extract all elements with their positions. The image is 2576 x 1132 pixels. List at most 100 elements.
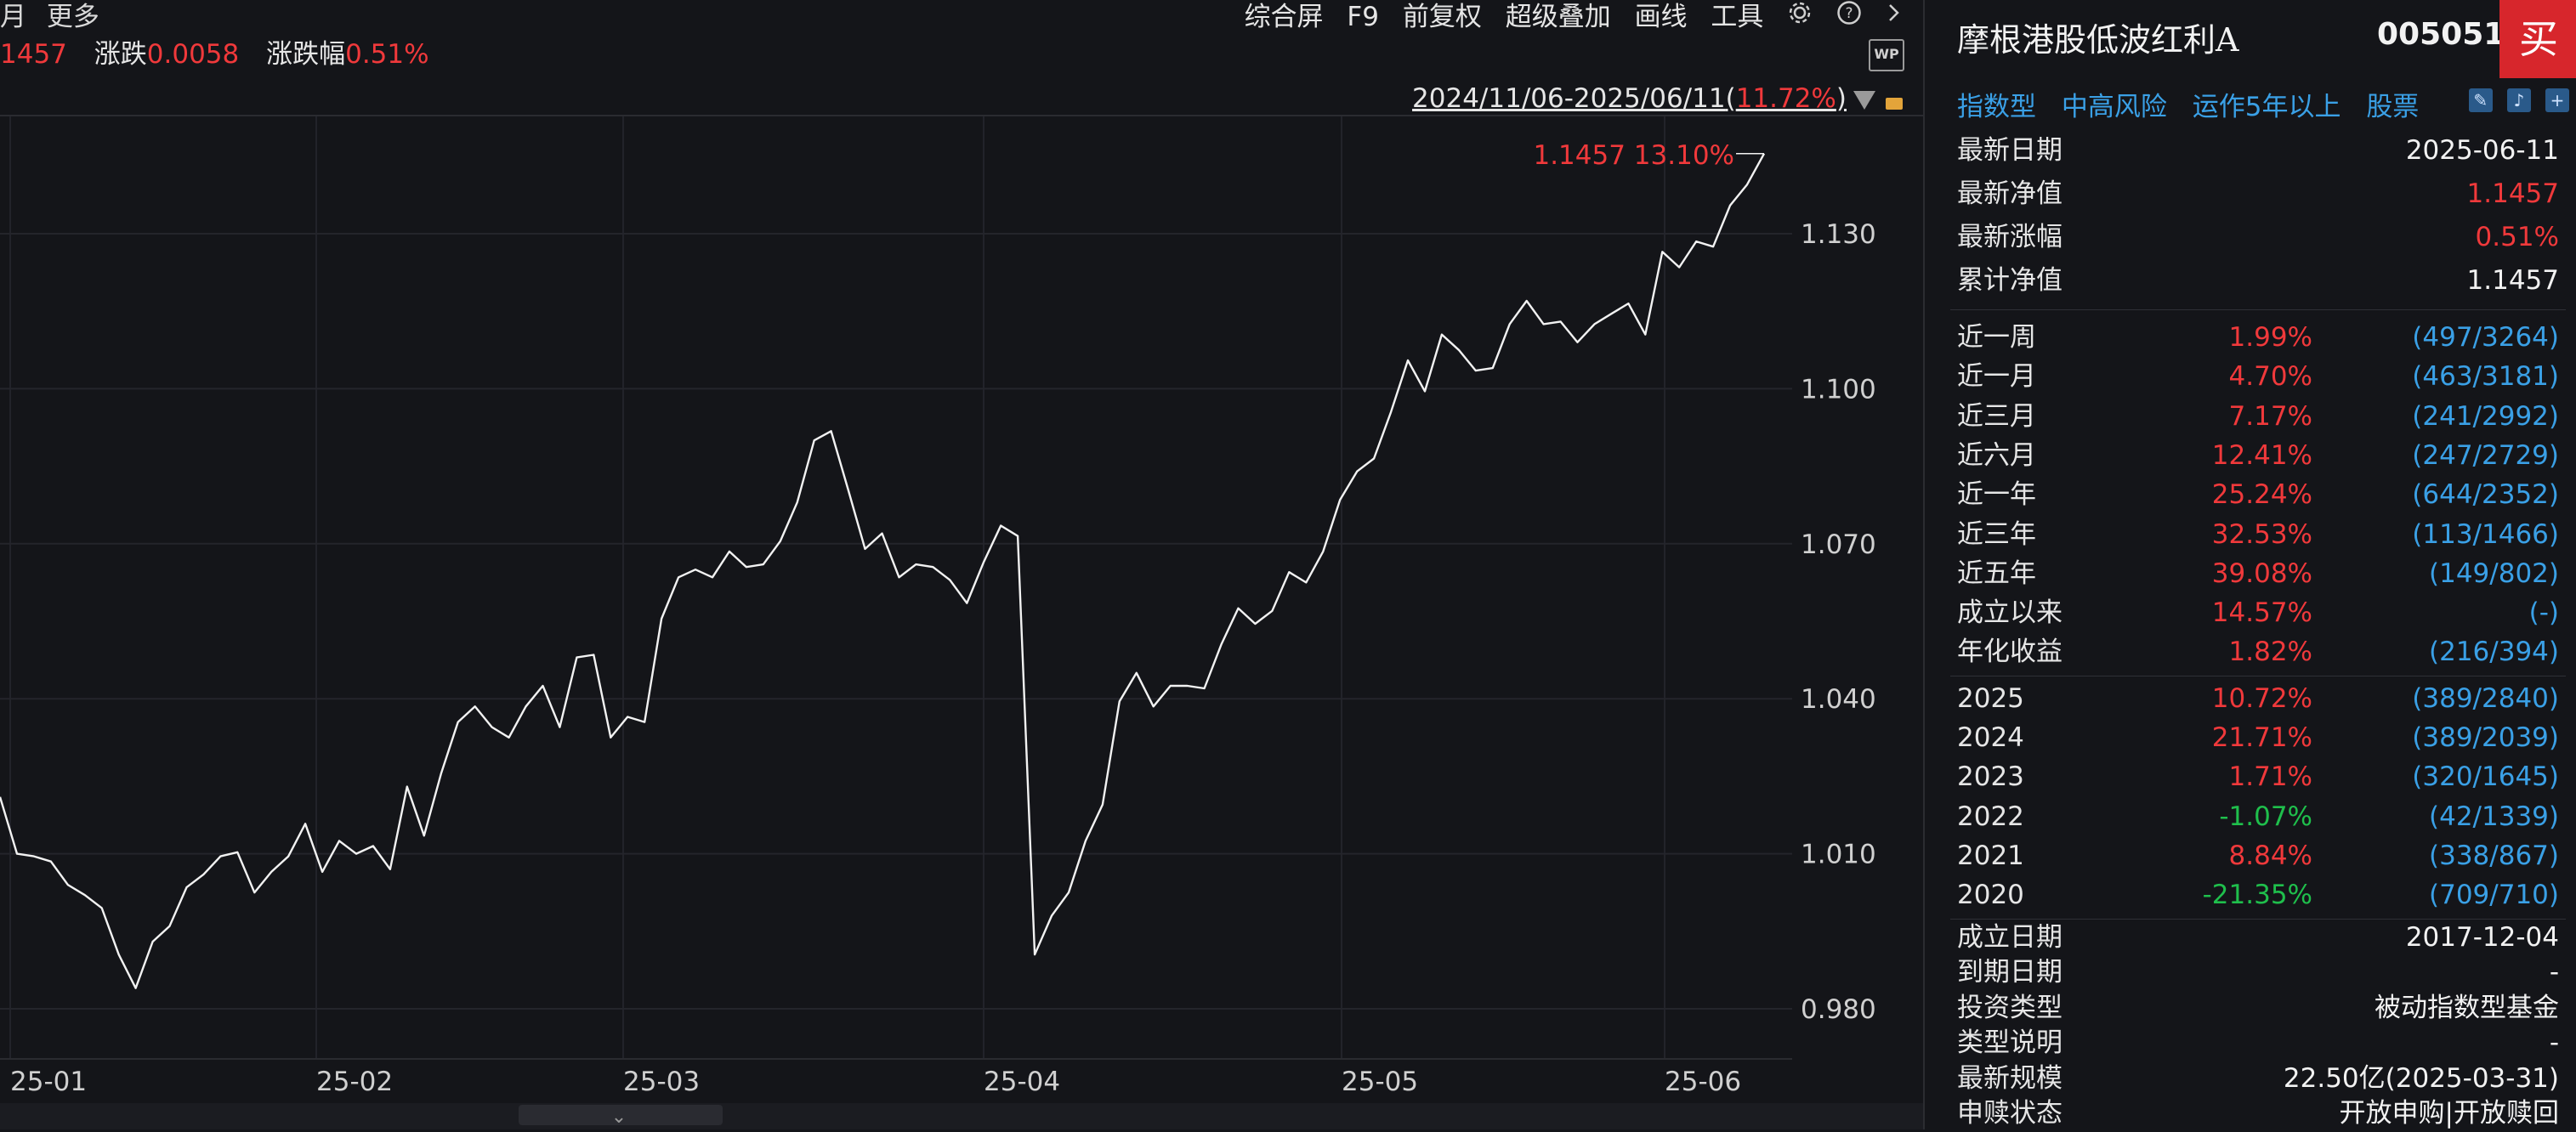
rank-value: (389/2039) [2412, 722, 2559, 753]
x-tick-label: 25-02 [316, 1067, 393, 1097]
row-label: 近五年 [1957, 558, 2036, 589]
period-return-row: 近一月 4.70% (463/3181) [1957, 357, 2559, 396]
return-value: 14.57% [2211, 597, 2312, 629]
fund-info-row: 最新规模 22.50亿(2025-03-31) [1957, 1061, 2559, 1097]
return-value: 1.99% [2228, 322, 2312, 353]
return-value: 12.41% [2211, 439, 2312, 471]
row-value: - [2549, 1027, 2559, 1058]
row-label: 累计净值 [1957, 265, 2063, 296]
x-tick-label: 25-05 [1342, 1067, 1418, 1097]
tag-index-type[interactable]: 指数型 [1957, 92, 2036, 122]
nav-series-line [0, 153, 1766, 989]
row-label: 投资类型 [1957, 992, 2063, 1023]
scroll-track [0, 1103, 1923, 1129]
x-tick-label: 25-01 [10, 1067, 87, 1097]
fund-info-row: 到期日期 - [1957, 955, 2559, 991]
bell-icon[interactable]: ♪ [2506, 88, 2531, 112]
y-tick-label: 1.040 [1801, 684, 1876, 715]
summary-row: 累计净值 1.1457 [1957, 259, 2559, 303]
row-label: 2024 [1957, 722, 2024, 753]
tag-risk-level[interactable]: 中高风险 [2062, 92, 2167, 122]
period-return-row: 成立以来 14.57% (-) [1957, 593, 2559, 632]
return-value: 8.84% [2228, 840, 2312, 871]
rank-value: (-) [2528, 597, 2559, 629]
summary-row: 最新涨幅 0.51% [1957, 216, 2559, 259]
section-divider [1950, 918, 2566, 920]
annual-return-row: 2024 21.71% (389/2039) [1957, 718, 2559, 757]
y-tick-label: 0.980 [1801, 994, 1876, 1025]
rank-value: (463/3181) [2412, 361, 2559, 393]
row-label: 类型说明 [1957, 1027, 2063, 1058]
x-tick-label: 25-04 [984, 1067, 1060, 1097]
row-label: 近一年 [1957, 479, 2036, 511]
return-value: 1.71% [2228, 761, 2312, 793]
return-value: 1.82% [2228, 637, 2312, 668]
fund-info-row: 投资类型 被动指数型基金 [1957, 991, 2559, 1027]
period-return-row: 近三年 32.53% (113/1466) [1957, 515, 2559, 554]
pencil-icon[interactable]: ✎ [2468, 88, 2493, 112]
return-value: 39.08% [2211, 558, 2312, 589]
rank-value: (320/1645) [2412, 761, 2559, 793]
y-tick-label: 1.100 [1801, 374, 1876, 405]
row-label: 2023 [1957, 761, 2024, 793]
row-label: 2022 [1957, 801, 2024, 832]
row-value: - [2549, 957, 2559, 988]
summary-row: 最新日期 2025-06-11 [1957, 129, 2559, 173]
fund-tags: 指数型 中高风险 运作5年以上 股票 [1957, 85, 2436, 123]
row-label: 最新净值 [1957, 178, 2063, 209]
annual-return-row: 2022 -1.07% (42/1339) [1957, 797, 2559, 836]
chart-area[interactable]: 月 更多 综合屏 F9 前复权 超级叠加 画线 工具 ? 1457 涨跌0.00… [0, 0, 1923, 1129]
x-tick-label: 25-03 [623, 1067, 700, 1097]
row-value: 开放申购|开放赎回 [2339, 1098, 2559, 1129]
chevron-down-icon: ⌄ [611, 1107, 627, 1128]
row-value: 0.51% [2475, 222, 2559, 252]
rank-value: (247/2729) [2412, 439, 2559, 471]
row-label: 最新涨幅 [1957, 222, 2063, 252]
row-value: 22.50亿(2025-03-31) [2283, 1062, 2559, 1094]
rank-value: (241/2992) [2412, 400, 2559, 432]
rank-value: (389/2840) [2412, 682, 2559, 714]
x-tick-label: 25-06 [1665, 1067, 1741, 1097]
row-label: 2021 [1957, 840, 2024, 871]
fund-code: 005051 [2377, 17, 2505, 52]
fund-info-row: 申赎状态 开放申购|开放赎回 [1957, 1096, 2559, 1132]
rank-value: (149/802) [2429, 558, 2559, 589]
row-label: 近六月 [1957, 439, 2036, 471]
row-label: 近三年 [1957, 518, 2036, 550]
annual-return-row: 2021 8.84% (338/867) [1957, 836, 2559, 875]
period-return-row: 近一年 25.24% (644/2352) [1957, 475, 2559, 514]
return-value: -1.07% [2219, 801, 2312, 832]
return-value: 21.71% [2211, 722, 2312, 753]
row-label: 最新规模 [1957, 1062, 2063, 1094]
annual-return-row: 2025 10.72% (389/2840) [1957, 679, 2559, 718]
row-label: 最新日期 [1957, 135, 2063, 166]
return-value: 4.70% [2228, 361, 2312, 393]
row-label: 近一周 [1957, 322, 2036, 353]
return-value: -21.35% [2202, 880, 2312, 911]
buy-button[interactable]: 买 [2499, 0, 2576, 78]
y-tick-label: 1.010 [1801, 840, 1876, 870]
plus-icon[interactable]: + [2545, 88, 2569, 112]
rank-value: (216/394) [2429, 637, 2559, 668]
rank-value: (497/3264) [2412, 322, 2559, 353]
nav-line-chart[interactable]: 1.130 1.100 1.070 1.040 1.010 0.980 25-01 25-0… [0, 0, 1923, 1129]
annual-return-row: 2023 1.71% (320/1645) [1957, 757, 2559, 796]
row-value: 1.1457 [2466, 178, 2559, 209]
rank-value: (338/867) [2429, 840, 2559, 871]
period-return-row: 近三月 7.17% (241/2992) [1957, 397, 2559, 436]
tag-operation-years[interactable]: 运作5年以上 [2193, 92, 2341, 122]
return-value: 7.17% [2228, 400, 2312, 432]
row-label: 近一月 [1957, 361, 2036, 393]
rank-value: (113/1466) [2412, 518, 2559, 550]
fund-info-panel: 摩根港股低波红利A 005051 买 指数型 中高风险 运作5年以上 股票 ✎ … [1923, 0, 2576, 1129]
tag-asset-class[interactable]: 股票 [2366, 92, 2419, 122]
period-return-row: 近一周 1.99% (497/3264) [1957, 318, 2559, 357]
return-value: 32.53% [2211, 518, 2312, 550]
fund-name: 摩根港股低波红利A [1957, 21, 2239, 59]
y-tick-label: 1.130 [1801, 219, 1876, 250]
row-label: 申赎状态 [1957, 1098, 2063, 1129]
period-return-row: 年化收益 1.82% (216/394) [1957, 632, 2559, 671]
section-divider [1950, 309, 2566, 310]
rank-value: (42/1339) [2429, 801, 2559, 832]
y-tick-label: 1.070 [1801, 529, 1876, 560]
